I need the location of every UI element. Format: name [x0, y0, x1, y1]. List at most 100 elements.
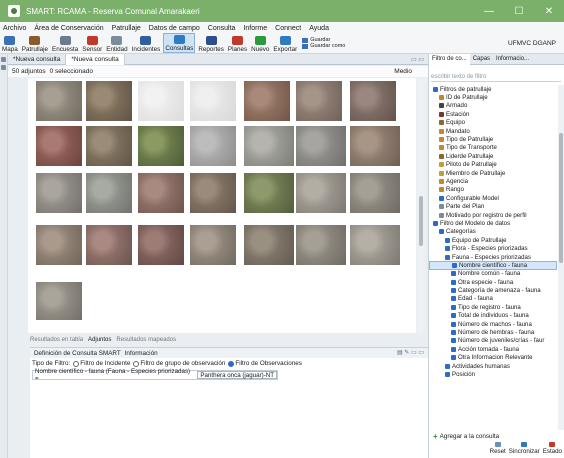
tree-node[interactable]: Estación [429, 110, 557, 118]
tree-node[interactable]: Categorías [429, 228, 557, 236]
tree-node[interactable]: Categoría de amenaza - fauna [429, 286, 557, 294]
attachment-thumbnail[interactable] [190, 126, 236, 166]
tree-node[interactable]: Configurable Model [429, 194, 557, 202]
toolbar-export-button[interactable]: Exportar [272, 33, 298, 53]
tab-results-table[interactable]: Resultados en tabla [30, 337, 83, 343]
menu-consulta[interactable]: Consulta [208, 25, 236, 32]
minimize-button[interactable]: — [474, 0, 504, 22]
attachment-thumbnail[interactable] [350, 173, 400, 213]
menu-patrullaje[interactable]: Patrullaje [112, 25, 141, 32]
tab-information[interactable]: Información [125, 350, 158, 357]
radio-group-filter[interactable] [133, 360, 140, 367]
tab-controls[interactable]: ▭ ▭ [411, 56, 424, 63]
tree-node[interactable]: Rango [429, 186, 557, 194]
tab-information-right[interactable]: Informacio... [493, 54, 532, 65]
tree-node[interactable]: Número de juveniles/crías - faur [429, 337, 557, 345]
filter-search-input[interactable]: escribir texto de filtro [431, 72, 561, 82]
sync-button[interactable]: Sincronizar [509, 442, 540, 458]
menu-ayuda[interactable]: Ayuda [309, 25, 329, 32]
tree-node[interactable]: Acción tomada - fauna [429, 345, 557, 353]
attachment-thumbnail[interactable] [138, 81, 184, 121]
tree-node[interactable]: Equipo [429, 119, 557, 127]
query-condition[interactable]: Nombre científico - fauna (Fauna - Espec… [32, 368, 278, 382]
attachment-thumbnail[interactable] [138, 173, 184, 213]
attachment-thumbnail[interactable] [190, 225, 236, 265]
attachment-thumbnail[interactable] [138, 225, 184, 265]
restore-icon[interactable] [1, 57, 6, 62]
tree-node[interactable]: Actividades humanas [429, 362, 557, 370]
tree-scrollbar-thumb[interactable] [559, 133, 563, 263]
tab-nueva-consulta-2[interactable]: *Nueva consulta [66, 53, 125, 65]
menu-connect[interactable]: Connect [275, 25, 301, 32]
attachment-thumbnail[interactable] [350, 126, 400, 166]
toolbar-query-button[interactable]: Consultas [163, 33, 196, 53]
tab-layers[interactable]: Capas [470, 54, 493, 65]
tree-node[interactable]: Miembro de Patrullaje [429, 169, 557, 177]
attachment-thumbnail[interactable] [244, 126, 294, 166]
menu-archivo[interactable]: Archivo [3, 25, 26, 32]
tree-node[interactable]: Liderde Patrullaje [429, 152, 557, 160]
attachment-thumbnail[interactable] [296, 173, 346, 213]
attachment-thumbnail[interactable] [86, 225, 132, 265]
attachment-thumbnail[interactable] [36, 126, 82, 166]
tree-node[interactable]: Motivado por registro de perfil [429, 211, 557, 219]
attachment-thumbnail[interactable] [36, 173, 82, 213]
tree-node[interactable]: Tipo de Patrullaje [429, 135, 557, 143]
attachment-thumbnail[interactable] [296, 225, 346, 265]
attachment-thumbnail[interactable] [86, 173, 132, 213]
attachment-thumbnail[interactable] [36, 282, 82, 320]
gallery-scrollbar-thumb[interactable] [419, 196, 423, 246]
tab-nueva-consulta-1[interactable]: *Nueva consulta [8, 53, 67, 65]
radio-incident-filter[interactable] [73, 360, 80, 367]
tree-node[interactable]: Fauna - Especies priorizadas [429, 253, 557, 261]
add-to-query-button[interactable]: + Agregar a la consulta [433, 432, 499, 441]
tab-filter[interactable]: Filtro de co... [429, 53, 470, 65]
toolbar-entity-button[interactable]: Entidad [105, 33, 128, 53]
toolbar-report-button[interactable]: Reportes [197, 33, 225, 53]
save-as-button[interactable]: Guardar como [302, 43, 345, 49]
tree-node[interactable]: Agencia [429, 177, 557, 185]
menu-area-conservacion[interactable]: Área de Conservación [34, 25, 103, 32]
toolbar-clipboard-button[interactable]: Encuesta [51, 33, 79, 53]
attachment-thumbnail[interactable] [36, 225, 82, 265]
tree-node[interactable]: Posición [429, 370, 557, 378]
tree-node[interactable]: Armado [429, 102, 557, 110]
attachment-thumbnail[interactable] [350, 225, 400, 265]
tree-node[interactable]: Flora - Especies priorizadas [429, 244, 557, 252]
tab-mapped-results[interactable]: Resultados mapeados [116, 337, 176, 343]
tree-node[interactable]: Número de hembras - fauna [429, 328, 557, 336]
attachment-thumbnail[interactable] [296, 126, 346, 166]
definition-panel-controls[interactable]: ▤ ✎ ▭ ▭ [397, 349, 424, 356]
tree-node[interactable]: Nombre científico - fauna [429, 261, 557, 270]
radio-observation-filter[interactable] [228, 360, 235, 367]
tree-node[interactable]: Tipo de registro - fauna [429, 303, 557, 311]
tree-node[interactable]: Nombre común - fauna [429, 270, 557, 278]
toolbar-sensor-button[interactable]: Sensor [81, 33, 103, 53]
maximize-button[interactable]: ☐ [504, 0, 534, 22]
tree-node[interactable]: Parte del Plan [429, 202, 557, 210]
tab-attachments[interactable]: Adjuntos [88, 337, 111, 343]
tree-node[interactable]: Edad - fauna [429, 295, 557, 303]
gallery-scrollbar[interactable] [417, 78, 425, 333]
tree-node[interactable]: Filtros de patrullaje [429, 85, 557, 93]
tab-smart-query-definition[interactable]: Definición de Consulta SMART [34, 350, 121, 357]
close-button[interactable]: ✕ [534, 0, 564, 22]
status-button[interactable]: Estado [543, 442, 562, 458]
view-icon[interactable] [1, 65, 6, 70]
tree-node[interactable]: ID de Patrullaje [429, 93, 557, 101]
tree-node[interactable]: Filtro del Modelo de datos [429, 219, 557, 227]
toolbar-plan-button[interactable]: Planes [227, 33, 248, 53]
attachment-thumbnail[interactable] [86, 126, 132, 166]
tree-node[interactable]: Otra especie - fauna [429, 278, 557, 286]
reset-button[interactable]: Reset [490, 442, 506, 458]
tree-node[interactable]: Equipo de Patrullaje [429, 236, 557, 244]
tree-scrollbar[interactable] [558, 85, 564, 430]
attachment-thumbnail[interactable] [86, 81, 132, 121]
attachment-thumbnail[interactable] [190, 173, 236, 213]
toolbar-map-button[interactable]: Mapa [1, 33, 19, 53]
tree-node[interactable]: Piloto de Patrullaje [429, 161, 557, 169]
toolbar-plus-button[interactable]: Nuevo [250, 33, 270, 53]
menu-informe[interactable]: Informe [243, 25, 267, 32]
attachment-thumbnail[interactable] [138, 126, 184, 166]
attachment-thumbnail[interactable] [350, 81, 396, 121]
